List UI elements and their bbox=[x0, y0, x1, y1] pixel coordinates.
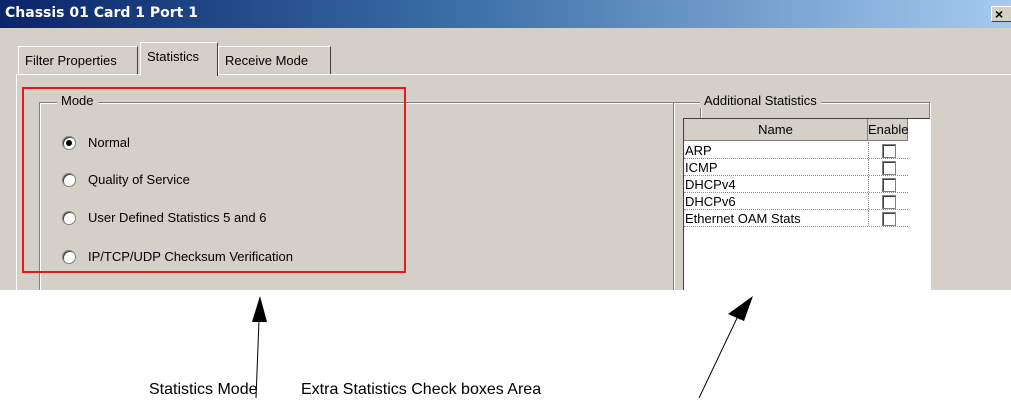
tab-statistics[interactable]: Statistics bbox=[140, 42, 218, 76]
arrow-head-mode bbox=[252, 296, 267, 322]
caption-extra-statistics-area: Extra Statistics Check boxes Area bbox=[301, 381, 542, 398]
caption-statistics-mode: Statistics Mode bbox=[149, 381, 258, 398]
arrow-head-extra bbox=[728, 296, 753, 321]
arrow-line-extra bbox=[698, 315, 739, 399]
